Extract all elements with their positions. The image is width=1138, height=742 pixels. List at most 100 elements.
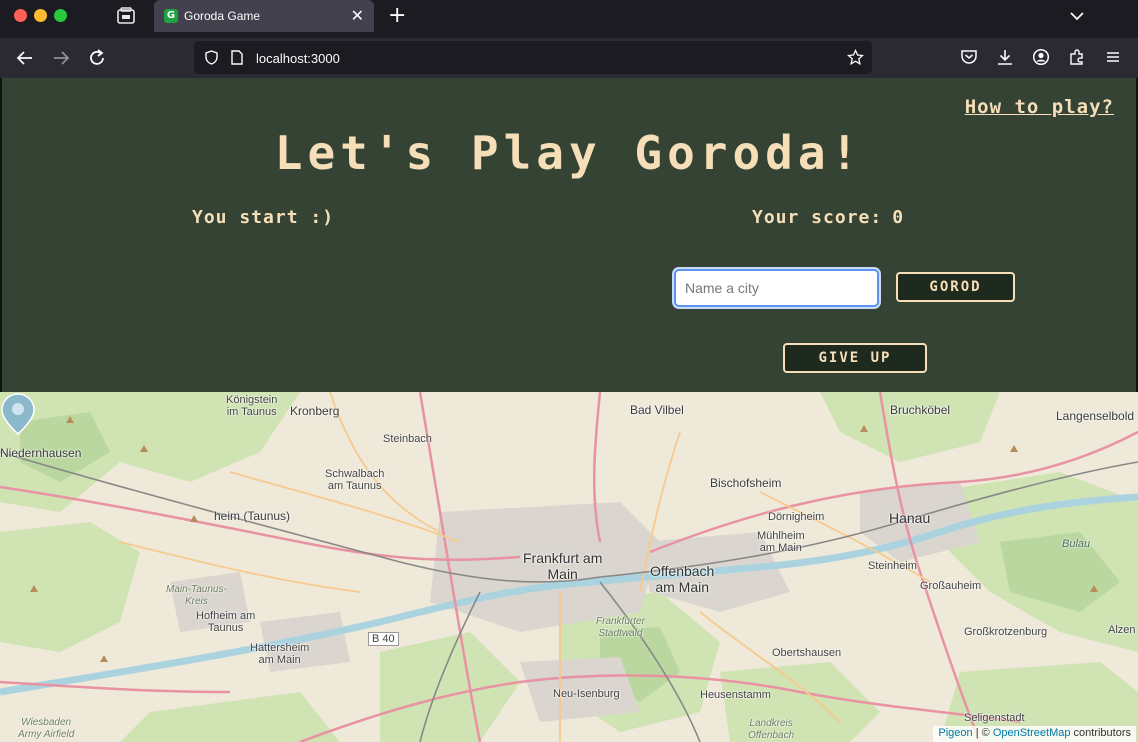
place-hattersheim: Hattersheim am Main — [250, 642, 309, 666]
road-b40-label: B 40 — [372, 633, 395, 645]
star-icon[interactable] — [847, 49, 864, 66]
window-maximize-button[interactable] — [54, 9, 67, 22]
give-up-button[interactable]: GIVE UP — [783, 343, 927, 373]
openstreetmap-link[interactable]: OpenStreetMap — [993, 727, 1071, 739]
place-steinbach-label: Steinbach — [383, 433, 432, 445]
score-display: Your score: 0 — [752, 207, 904, 228]
tab-goroda-game[interactable]: G Goroda Game ✕ — [154, 0, 374, 32]
url-bar[interactable]: localhost:3000 — [194, 41, 872, 74]
map-marker-icon[interactable] — [0, 392, 36, 436]
shield-icon[interactable] — [204, 50, 219, 65]
tab-bar: G Goroda Game ✕ + — [0, 0, 1138, 34]
place-grosskrotzenburg: Großkrotzenburg — [964, 626, 1047, 638]
place-koenigstein-label: Königstein im Taunus — [226, 394, 278, 418]
place-steinheim-label: Steinheim — [868, 560, 917, 572]
turn-status: You start :) — [192, 207, 335, 228]
extensions-icon[interactable] — [1068, 48, 1086, 66]
account-icon[interactable] — [1032, 48, 1050, 66]
place-muehlheim-label: Mühlheim am Main — [757, 530, 805, 554]
place-hattersheim-label: Hattersheim am Main — [250, 642, 310, 666]
attribution-separator: | © — [972, 727, 993, 739]
place-hofheim-label: Hofheim am Taunus — [196, 610, 256, 634]
place-landkreis-offenbach-label: Landkreis Offenbach — [748, 718, 795, 741]
place-doernigheim-label: Dörnigheim — [768, 511, 825, 523]
pigeon-link[interactable]: Pigeon — [938, 727, 972, 739]
place-bruchkoebel-label: Bruchköbel — [890, 403, 951, 417]
place-alzenau-label: Alzen — [1108, 624, 1136, 636]
place-eppstein: heim (Taunus) — [214, 509, 290, 523]
place-koenigstein: Königstein im Taunus — [226, 394, 277, 418]
place-main-taunus-kreis: Main-Taunus- Kreis — [166, 584, 227, 608]
place-bischofsheim: Bischofsheim — [710, 476, 781, 490]
place-steinheim: Steinheim — [868, 560, 917, 572]
place-frankfurter-stadtwald: Frankfurter Stadtwald — [596, 616, 645, 640]
place-frankfurt-label: Frankfurt am Main — [523, 550, 603, 582]
place-hofheim: Hofheim am Taunus — [196, 610, 255, 634]
place-bruchkoebel: Bruchköbel — [890, 403, 950, 417]
place-langenselbold: Langenselbold — [1056, 409, 1134, 423]
firefox-view-icon[interactable] — [116, 6, 136, 26]
place-muehlheim: Mühlheim am Main — [757, 530, 805, 554]
place-bad-vilbel: Bad Vilbel — [630, 403, 684, 417]
new-tab-icon[interactable]: + — [388, 3, 406, 28]
place-obertshausen-label: Obertshausen — [772, 647, 842, 659]
place-seligenstadt-label: Seligenstadt — [964, 712, 1025, 724]
place-bulau-label: Bulau — [1062, 538, 1091, 550]
place-neu-isenburg: Neu-Isenburg — [553, 688, 620, 700]
game-panel: How to play? Let's Play Goroda! You star… — [0, 78, 1138, 392]
place-heusenstamm-label: Heusenstamm — [700, 689, 771, 701]
window-minimize-button[interactable] — [34, 9, 47, 22]
place-eppstein-label: heim (Taunus) — [214, 509, 291, 523]
place-neu-isenburg-label: Neu-Isenburg — [553, 688, 620, 700]
place-offenbach: Offenbach am Main — [650, 563, 714, 595]
place-landkreis-offenbach: Landkreis Offenbach — [748, 718, 794, 742]
place-heusenstamm: Heusenstamm — [700, 689, 771, 701]
place-doernigheim: Dörnigheim — [768, 511, 824, 523]
page-icon[interactable] — [230, 50, 244, 65]
place-bad-vilbel-label: Bad Vilbel — [630, 403, 684, 417]
map[interactable]: Königstein im Taunus Kronberg Bad Vilbel… — [0, 392, 1138, 742]
place-hanau: Hanau — [889, 510, 930, 526]
place-seligenstadt: Seligenstadt — [964, 712, 1025, 724]
place-niedernhausen-label: Niedernhausen — [0, 446, 82, 460]
place-hanau-label: Hanau — [889, 510, 931, 526]
place-grossauheim-label: Großauheim — [920, 580, 982, 592]
gorod-submit-button[interactable]: GOROD — [896, 272, 1015, 302]
favicon-icon: G — [164, 9, 178, 23]
forward-icon[interactable] — [51, 48, 71, 68]
place-niedernhausen: Niedernhausen — [0, 446, 81, 460]
place-schwalbach-label: Schwalbach am Taunus — [325, 468, 385, 492]
chevron-down-icon[interactable] — [1068, 7, 1086, 25]
road-b40-sign: B 40 — [368, 632, 399, 646]
place-bulau: Bulau — [1062, 538, 1090, 550]
place-grossauheim: Großauheim — [920, 580, 981, 592]
close-tab-icon[interactable]: ✕ — [351, 6, 364, 26]
how-to-play-link[interactable]: How to play? — [965, 96, 1114, 118]
place-kronberg-label: Kronberg — [290, 404, 340, 418]
attribution-contributors: contributors — [1070, 727, 1131, 739]
window-close-button[interactable] — [14, 9, 27, 22]
place-kronberg: Kronberg — [290, 404, 339, 418]
place-alzenau: Alzen — [1108, 624, 1136, 636]
score-label: Your score: — [752, 207, 883, 228]
place-obertshausen: Obertshausen — [772, 647, 841, 659]
map-attribution: Pigeon | © OpenStreetMap contributors — [933, 726, 1136, 742]
place-main-taunus-kreis-label: Main-Taunus- Kreis — [166, 584, 227, 607]
place-langenselbold-label: Langenselbold — [1056, 409, 1135, 423]
menu-icon[interactable] — [1104, 48, 1122, 66]
place-grosskrotzenburg-label: Großkrotzenburg — [964, 626, 1048, 638]
tab-title: Goroda Game — [184, 9, 261, 23]
page-title: Let's Play Goroda! — [274, 126, 864, 180]
place-schwalbach: Schwalbach am Taunus — [325, 468, 384, 492]
reload-icon[interactable] — [87, 48, 107, 68]
city-input[interactable] — [674, 269, 879, 307]
score-value: 0 — [892, 207, 905, 228]
pocket-icon[interactable] — [960, 48, 978, 66]
download-icon[interactable] — [996, 48, 1014, 66]
place-bischofsheim-label: Bischofsheim — [710, 476, 782, 490]
navigation-toolbar: localhost:3000 — [0, 38, 1138, 78]
place-wiesbaden-airfield-label: Wiesbaden Army Airfield — [18, 717, 75, 740]
back-icon[interactable] — [15, 48, 35, 68]
place-steinbach: Steinbach — [383, 433, 432, 445]
url-text[interactable]: localhost:3000 — [256, 51, 340, 66]
